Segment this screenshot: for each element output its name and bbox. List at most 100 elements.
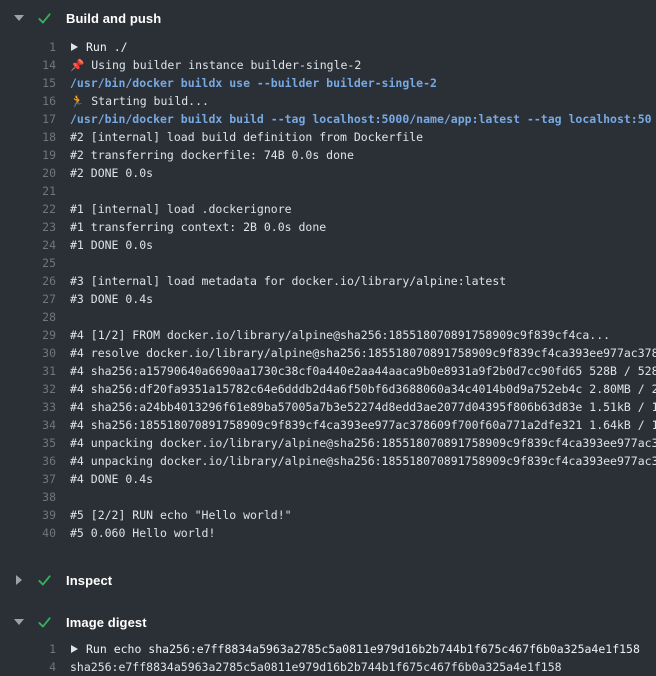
- chevron-down-icon[interactable]: [14, 619, 24, 625]
- run-command-text: Run echo sha256:e7ff8834a5963a2785c5a081…: [86, 640, 640, 658]
- log-line: 4 sha256:e7ff8834a5963a2785c5a0811e979d16…: [0, 658, 656, 676]
- log-text: #3 [internal] load metadata for docker.i…: [70, 272, 506, 290]
- check-success-icon: [37, 11, 52, 26]
- log-text: #5 0.060 Hello world!: [70, 524, 215, 542]
- line-number[interactable]: 34: [0, 416, 56, 434]
- line-number[interactable]: 27: [0, 290, 56, 308]
- log-line: 29 #4 [1/2] FROM docker.io/library/alpine…: [0, 326, 656, 344]
- log-text: #4 [1/2] FROM docker.io/library/alpine@s…: [70, 326, 610, 344]
- log-line: 33 #4 sha256:a24bb4013296f61e89ba57005a7b…: [0, 398, 656, 416]
- expand-group-arrow-icon[interactable]: [71, 645, 78, 653]
- line-number[interactable]: 37: [0, 470, 56, 488]
- log-line: 16 🏃 Starting build...: [0, 92, 656, 110]
- log-line: 25: [0, 254, 656, 272]
- log-text: #4 sha256:df20fa9351a15782c64e6dddb2d4a6…: [70, 380, 656, 398]
- check-success-icon: [37, 615, 52, 630]
- log-text: #5 [2/2] RUN echo "Hello world!": [70, 506, 292, 524]
- section-header-image-digest[interactable]: Image digest: [0, 608, 656, 636]
- log-text: #2 transferring dockerfile: 74B 0.0s don…: [70, 146, 354, 164]
- line-number[interactable]: 40: [0, 524, 56, 542]
- log-text: #1 transferring context: 2B 0.0s done: [70, 218, 326, 236]
- line-number[interactable]: 20: [0, 164, 56, 182]
- log-text: #2 DONE 0.0s: [70, 164, 153, 182]
- log-text: #4 sha256:a15790640a6690aa1730c38cf0a440…: [70, 362, 656, 380]
- log-line: 40 #5 0.060 Hello world!: [0, 524, 656, 542]
- log-line: 27 #3 DONE 0.4s: [0, 290, 656, 308]
- line-number[interactable]: 14: [0, 56, 56, 74]
- log-line: 28: [0, 308, 656, 326]
- log-line: 23 #1 transferring context: 2B 0.0s done: [0, 218, 656, 236]
- log-text: #4 unpacking docker.io/library/alpine@sh…: [70, 434, 656, 452]
- log-text: #3 DONE 0.4s: [70, 290, 153, 308]
- line-number[interactable]: 19: [0, 146, 56, 164]
- section-title: Build and push: [66, 11, 161, 26]
- line-number[interactable]: 23: [0, 218, 56, 236]
- log-line: 17/usr/bin/docker buildx build --tag loc…: [0, 110, 656, 128]
- line-number[interactable]: 15: [0, 74, 56, 92]
- command-text: /usr/bin/docker buildx build --tag local…: [70, 110, 652, 128]
- line-number[interactable]: 26: [0, 272, 56, 290]
- log-line: 26 #3 [internal] load metadata for docker…: [0, 272, 656, 290]
- log-line: 1 Run ./: [0, 38, 656, 56]
- section-title: Inspect: [66, 573, 112, 588]
- line-number[interactable]: 1: [0, 640, 56, 658]
- log-line: 20 #2 DONE 0.0s: [0, 164, 656, 182]
- log-line: 38: [0, 488, 656, 506]
- line-number[interactable]: 25: [0, 254, 56, 272]
- log-text: #4 sha256:185518070891758909c9f839cf4ca3…: [70, 416, 656, 434]
- log-lines: 1 Run echo sha256:e7ff8834a5963a2785c5a08…: [0, 636, 656, 676]
- log-line: 24 #1 DONE 0.0s: [0, 236, 656, 254]
- workflow-log-viewer: Build and push1Run ./14📌 Using builder i…: [0, 4, 656, 676]
- command-text: /usr/bin/docker buildx use --builder bui…: [70, 74, 437, 92]
- line-number[interactable]: 24: [0, 236, 56, 254]
- log-text: #2 [internal] load build definition from…: [70, 128, 423, 146]
- log-line: 32 #4 sha256:df20fa9351a15782c64e6dddb2d4…: [0, 380, 656, 398]
- log-text: #4 sha256:a24bb4013296f61e89ba57005a7b3e…: [70, 398, 656, 416]
- line-number[interactable]: 36: [0, 452, 56, 470]
- line-number[interactable]: 28: [0, 308, 56, 326]
- line-number[interactable]: 38: [0, 488, 56, 506]
- chevron-down-icon[interactable]: [14, 15, 24, 21]
- run-command-text: Run ./: [86, 38, 128, 56]
- line-number[interactable]: 1: [0, 38, 56, 56]
- chevron-right-icon[interactable]: [16, 575, 22, 585]
- line-number[interactable]: 31: [0, 362, 56, 380]
- log-line: 31 #4 sha256:a15790640a6690aa1730c38cf0a4…: [0, 362, 656, 380]
- log-lines: 1 Run ./ 14 📌 Using builder instance builde…: [0, 32, 656, 552]
- log-text: #4 resolve docker.io/library/alpine@sha2…: [70, 344, 656, 362]
- line-number[interactable]: 32: [0, 380, 56, 398]
- log-section-inspect: Inspect: [0, 566, 656, 594]
- log-text: #1 DONE 0.0s: [70, 236, 153, 254]
- log-line: 1 Run echo sha256:e7ff8834a5963a2785c5a08…: [0, 640, 656, 658]
- line-number[interactable]: 22: [0, 200, 56, 218]
- log-text: #4 DONE 0.4s: [70, 470, 153, 488]
- log-line: 39 #5 [2/2] RUN echo "Hello world!": [0, 506, 656, 524]
- line-number[interactable]: 35: [0, 434, 56, 452]
- line-number[interactable]: 4: [0, 658, 56, 676]
- log-text: sha256:e7ff8834a5963a2785c5a0811e979d16b…: [70, 658, 562, 676]
- log-text: 📌 Using builder instance builder-single-…: [70, 56, 361, 74]
- line-number[interactable]: 30: [0, 344, 56, 362]
- log-line: 22#1 [internal] load .dockerignore: [0, 200, 656, 218]
- log-text: 🏃 Starting build...: [70, 92, 209, 110]
- log-section-build-and-push: Build and push 1 Run ./ 14 📌 Using builder i…: [0, 4, 656, 552]
- line-number[interactable]: 16: [0, 92, 56, 110]
- line-number[interactable]: 33: [0, 398, 56, 416]
- log-section-image-digest: Image digest 1 Run echo sha256:e7ff8834a59…: [0, 608, 656, 676]
- section-title: Image digest: [66, 615, 147, 630]
- log-line: 30 #4 resolve docker.io/library/alpine@sh…: [0, 344, 656, 362]
- line-number[interactable]: 17: [0, 110, 56, 128]
- log-text: #4 unpacking docker.io/library/alpine@sh…: [70, 452, 656, 470]
- log-line: 15/usr/bin/docker buildx use --builder b…: [0, 74, 656, 92]
- line-number[interactable]: 18: [0, 128, 56, 146]
- log-line: 36 #4 unpacking docker.io/library/alpine@…: [0, 452, 656, 470]
- line-number[interactable]: 21: [0, 182, 56, 200]
- line-number[interactable]: 39: [0, 506, 56, 524]
- section-header-inspect[interactable]: Inspect: [0, 566, 656, 594]
- log-line: 21: [0, 182, 656, 200]
- log-line: 34 #4 sha256:185518070891758909c9f839cf4c…: [0, 416, 656, 434]
- line-number[interactable]: 29: [0, 326, 56, 344]
- expand-group-arrow-icon[interactable]: [71, 43, 78, 51]
- section-header-build-and-push[interactable]: Build and push: [0, 4, 656, 32]
- log-line: 37 #4 DONE 0.4s: [0, 470, 656, 488]
